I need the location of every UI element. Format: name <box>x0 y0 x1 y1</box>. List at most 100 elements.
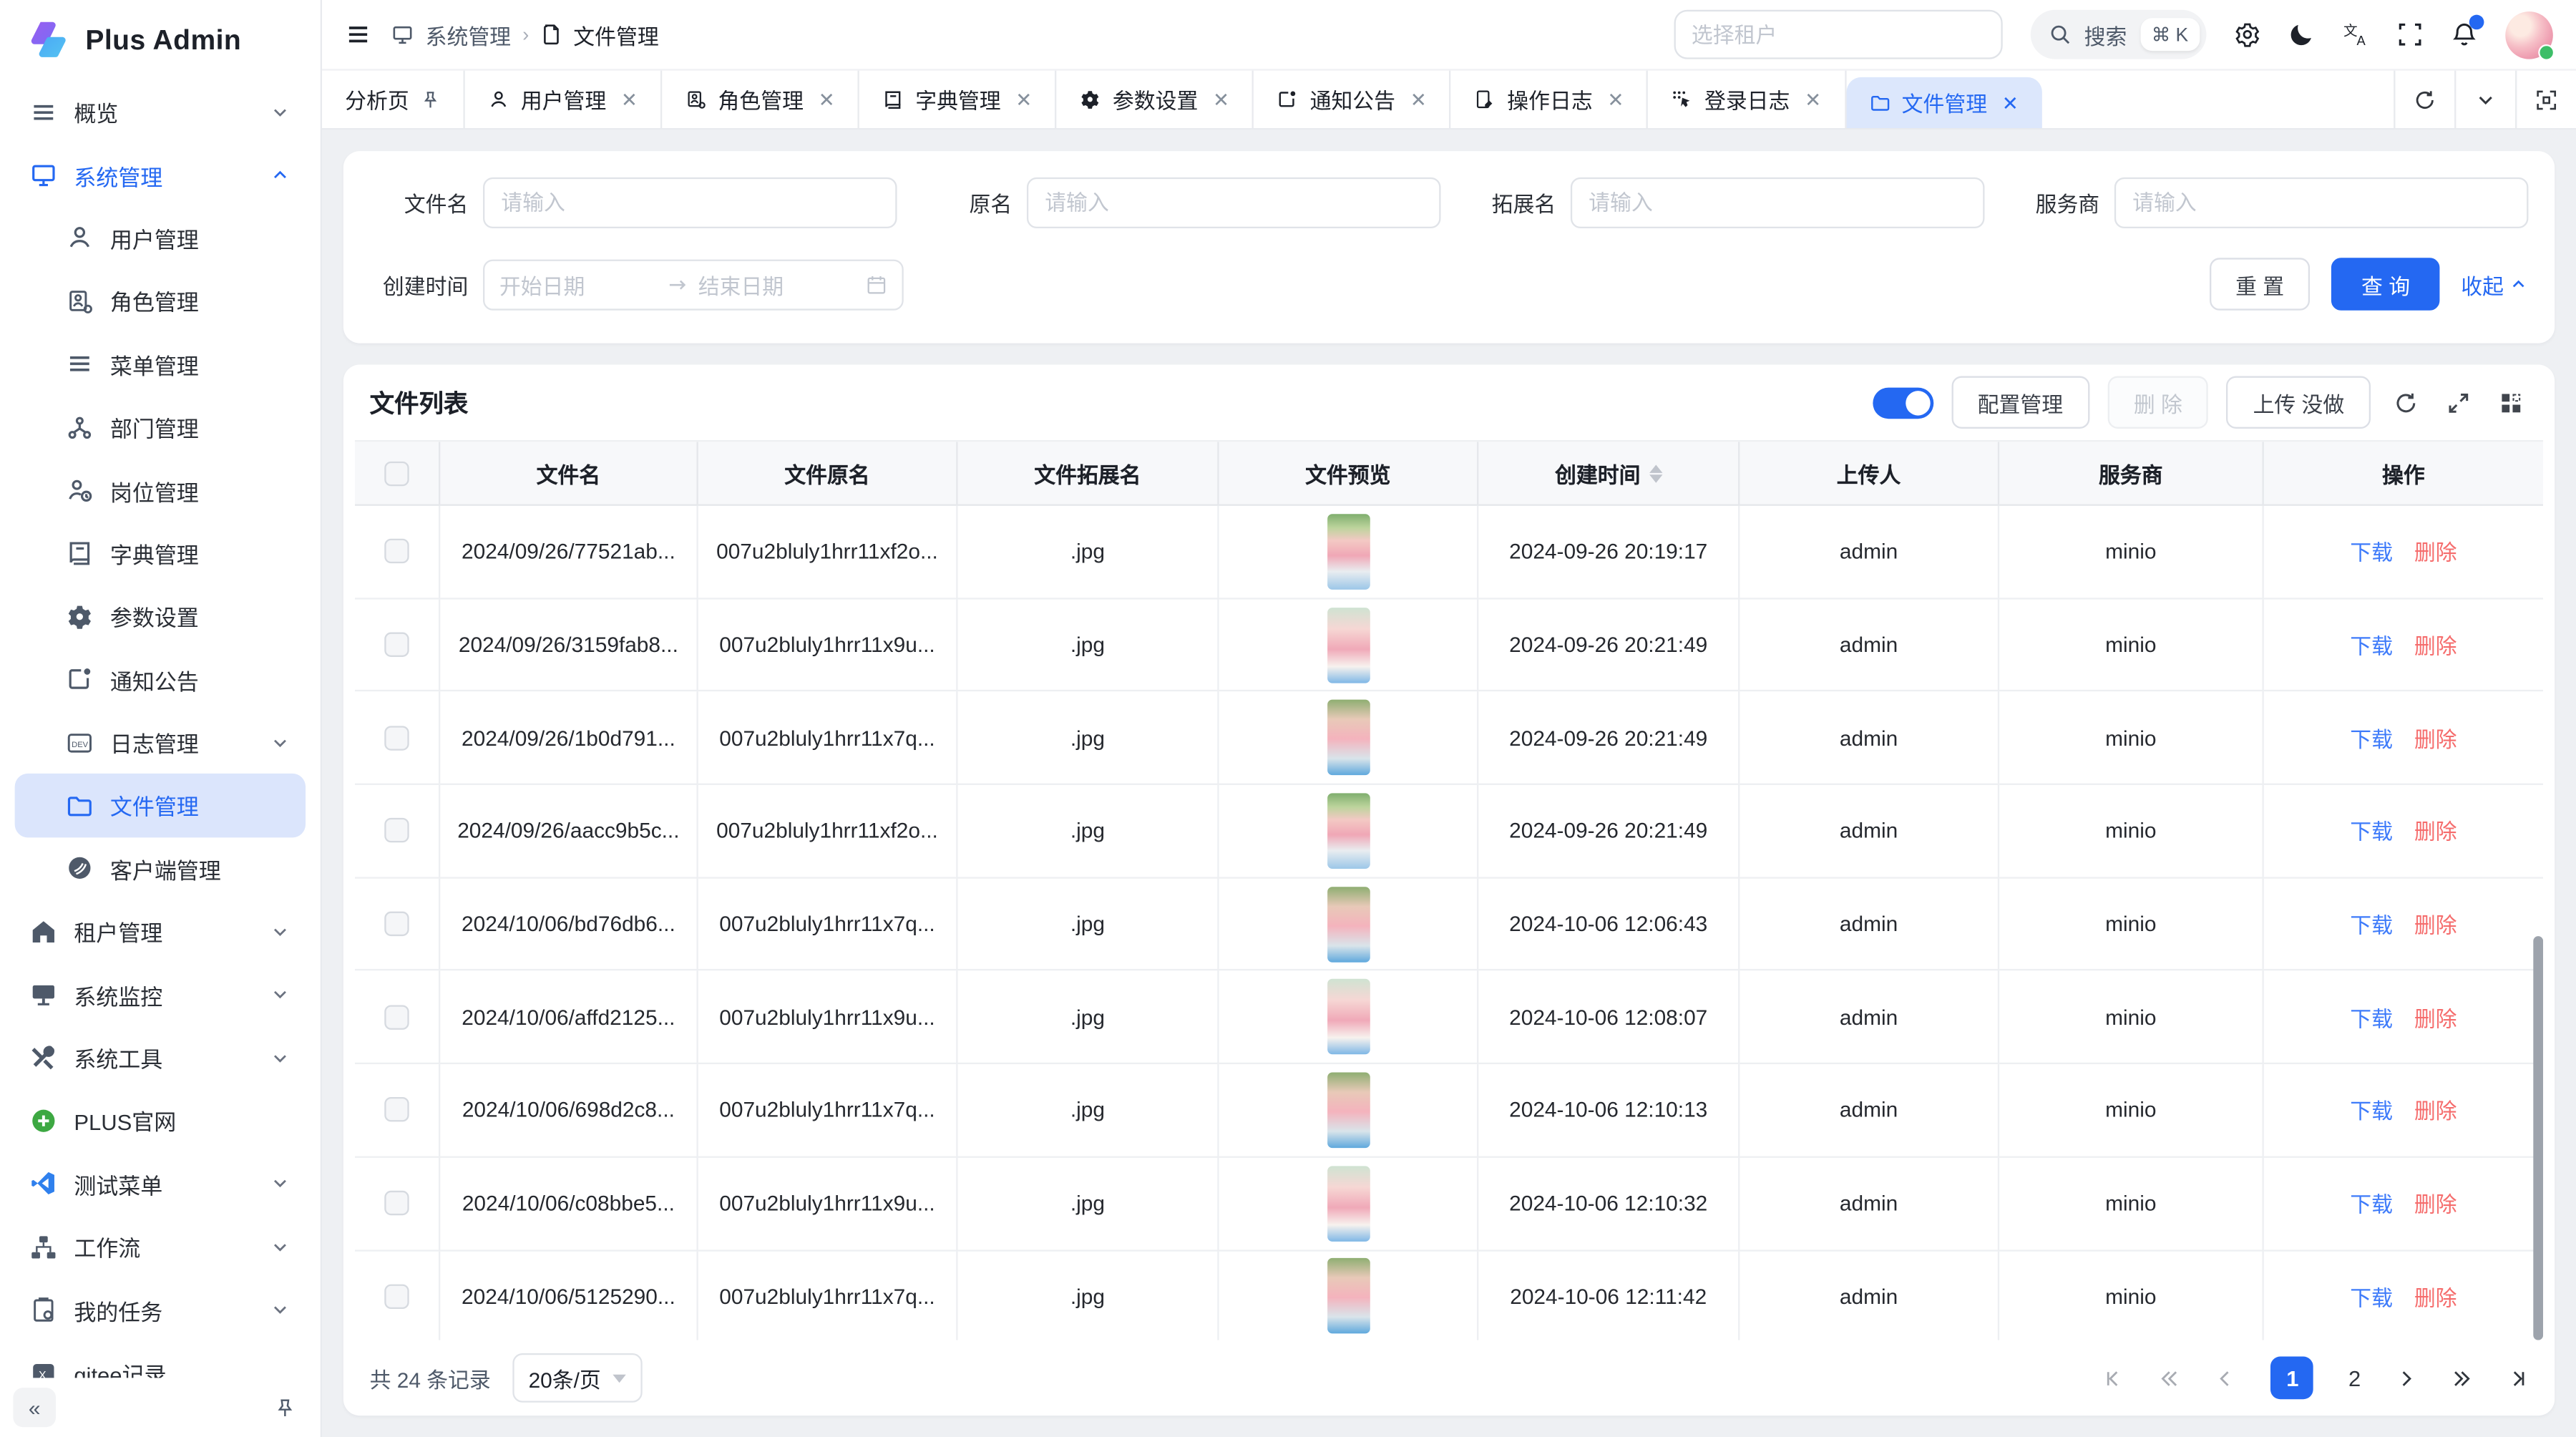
file-preview-image[interactable] <box>1327 886 1370 962</box>
table-row[interactable]: 2024/10/06/c08bbe5...007u2bluly1hrr11x9u… <box>355 1157 2543 1250</box>
table-row[interactable]: 2024/10/06/bd76db6...007u2bluly1hrr11x7q… <box>355 878 2543 971</box>
row-checkbox[interactable] <box>384 540 409 564</box>
close-tab-icon[interactable]: ✕ <box>2002 91 2019 114</box>
sidebar-item-systools[interactable]: 系统工具 <box>15 1026 306 1089</box>
column-header-actions[interactable]: 操作 <box>2264 442 2543 505</box>
page-number-button[interactable]: 2 <box>2348 1365 2361 1390</box>
delete-link[interactable]: 删除 <box>2414 536 2457 568</box>
upload-button[interactable]: 上传 没做 <box>2227 376 2371 429</box>
close-tab-icon[interactable]: ✕ <box>1015 88 1032 111</box>
tab-files[interactable]: 文件管理✕ <box>1846 77 2041 128</box>
sidebar-item-roles[interactable]: 角色管理 <box>15 270 306 333</box>
extension-input[interactable] <box>1571 177 1985 228</box>
sidebar-item-system[interactable]: 系统管理 <box>15 144 306 207</box>
tab-menu-chevron-icon[interactable] <box>2454 71 2515 128</box>
delete-button[interactable]: 删 除 <box>2107 376 2208 429</box>
row-checkbox[interactable] <box>384 912 409 936</box>
table-row[interactable]: 2024/10/06/5125290...007u2bluly1hrr11x7q… <box>355 1251 2543 1340</box>
last-page-button[interactable] <box>2507 1367 2529 1388</box>
tab-dicts[interactable]: 字典管理✕ <box>859 71 1057 128</box>
sidebar-pin-button[interactable] <box>263 1388 306 1427</box>
refresh-tab-icon[interactable] <box>2394 71 2454 128</box>
file-preview-image[interactable] <box>1327 979 1370 1055</box>
sidebar-item-params[interactable]: 参数设置 <box>15 585 306 648</box>
download-link[interactable]: 下载 <box>2350 722 2393 754</box>
sidebar-item-posts[interactable]: 岗位管理 <box>15 459 306 522</box>
tab-loginlog[interactable]: 登录日志✕ <box>1649 71 1846 128</box>
query-button[interactable]: 查 询 <box>2332 258 2440 310</box>
column-header-created-time[interactable]: 创建时间 <box>1478 442 1740 505</box>
column-header-provider[interactable]: 服务商 <box>1999 442 2264 505</box>
user-avatar[interactable] <box>2505 11 2553 59</box>
sidebar-item-test-menu[interactable]: 测试菜单 <box>15 1152 306 1215</box>
sidebar-item-clients[interactable]: 客户端管理 <box>15 837 306 900</box>
expand-table-icon[interactable] <box>2441 390 2476 414</box>
row-checkbox[interactable] <box>384 1005 409 1029</box>
row-checkbox[interactable] <box>384 633 409 657</box>
page-number-button[interactable]: 1 <box>2271 1357 2314 1400</box>
delete-link[interactable]: 删除 <box>2414 1001 2457 1033</box>
table-row[interactable]: 2024/09/26/3159fab8...007u2bluly1hrr11x9… <box>355 599 2543 692</box>
close-tab-icon[interactable]: ✕ <box>1410 88 1427 111</box>
tab-roles[interactable]: 角色管理✕ <box>662 71 859 128</box>
download-link[interactable]: 下载 <box>2350 1188 2393 1219</box>
fast-next-button[interactable] <box>2451 1367 2473 1388</box>
sidebar-item-depts[interactable]: 部门管理 <box>15 396 306 459</box>
row-checkbox[interactable] <box>384 1284 409 1308</box>
collapse-filter-link[interactable]: 收起 <box>2461 268 2528 300</box>
breadcrumb-parent[interactable]: 系统管理 <box>426 19 511 50</box>
table-border-toggle[interactable] <box>1873 386 1933 418</box>
download-link[interactable]: 下载 <box>2350 629 2393 661</box>
close-tab-icon[interactable]: ✕ <box>1213 88 1229 111</box>
sidebar-item-menus[interactable]: 菜单管理 <box>15 333 306 396</box>
sort-icons[interactable] <box>1649 464 1662 482</box>
column-header-file-name[interactable]: 文件名 <box>440 442 698 505</box>
tab-analysis[interactable]: 分析页 <box>322 71 465 128</box>
dark-mode-moon-icon[interactable] <box>2288 21 2315 48</box>
language-translate-icon[interactable]: 文A <box>2343 21 2369 48</box>
column-header-extension[interactable]: 文件拓展名 <box>958 442 1219 505</box>
table-row[interactable]: 2024/10/06/698d2c8...007u2bluly1hrr11x7q… <box>355 1064 2543 1157</box>
file-preview-image[interactable] <box>1327 607 1370 683</box>
file-preview-image[interactable] <box>1327 700 1370 776</box>
file-preview-image[interactable] <box>1327 793 1370 869</box>
content-fullscreen-icon[interactable] <box>2515 71 2576 128</box>
page-size-select[interactable]: 20条/页 <box>512 1353 643 1403</box>
table-row[interactable]: 2024/09/26/1b0d791...007u2bluly1hrr11x7q… <box>355 692 2543 785</box>
select-all-checkbox[interactable] <box>384 461 409 485</box>
close-tab-icon[interactable]: ✕ <box>819 88 835 111</box>
reset-button[interactable]: 重 置 <box>2209 258 2310 310</box>
table-row[interactable]: 2024/09/26/77521ab...007u2bluly1hrr11xf2… <box>355 506 2543 599</box>
settings-gear-icon[interactable] <box>2234 21 2260 48</box>
file-name-input[interactable] <box>483 177 897 228</box>
notifications-bell-icon[interactable] <box>2451 21 2478 48</box>
download-link[interactable]: 下载 <box>2350 536 2393 568</box>
global-search-button[interactable]: 搜索 ⌘ K <box>2030 10 2207 59</box>
row-checkbox[interactable] <box>384 1191 409 1215</box>
delete-link[interactable]: 删除 <box>2414 815 2457 847</box>
download-link[interactable]: 下载 <box>2350 1094 2393 1126</box>
table-row[interactable]: 2024/09/26/aacc9b5c...007u2bluly1hrr11xf… <box>355 785 2543 878</box>
sidebar-item-files[interactable]: 文件管理 <box>15 774 306 837</box>
row-checkbox[interactable] <box>384 1098 409 1122</box>
sidebar-item-my-tasks[interactable]: 我的任务 <box>15 1278 306 1341</box>
first-page-button[interactable] <box>2104 1367 2125 1388</box>
tab-oplog[interactable]: 操作日志✕ <box>1451 71 1649 128</box>
sidebar-collapse-button[interactable]: « <box>13 1388 56 1427</box>
download-link[interactable]: 下载 <box>2350 1001 2393 1033</box>
file-preview-image[interactable] <box>1327 1259 1370 1335</box>
column-header-preview[interactable]: 文件预览 <box>1219 442 1479 505</box>
refresh-table-icon[interactable] <box>2389 390 2423 414</box>
delete-link[interactable]: 删除 <box>2414 722 2457 754</box>
table-vertical-scrollbar[interactable] <box>2533 936 2543 1340</box>
delete-link[interactable]: 删除 <box>2414 908 2457 940</box>
sidebar-item-users[interactable]: 用户管理 <box>15 207 306 270</box>
column-header-origin-name[interactable]: 文件原名 <box>698 442 958 505</box>
delete-link[interactable]: 删除 <box>2414 1094 2457 1126</box>
close-tab-icon[interactable]: ✕ <box>621 88 638 111</box>
close-tab-icon[interactable]: ✕ <box>1607 88 1624 111</box>
download-link[interactable]: 下载 <box>2350 908 2393 940</box>
row-checkbox[interactable] <box>384 819 409 843</box>
column-settings-icon[interactable] <box>2494 390 2528 414</box>
fast-prev-button[interactable] <box>2160 1367 2181 1388</box>
